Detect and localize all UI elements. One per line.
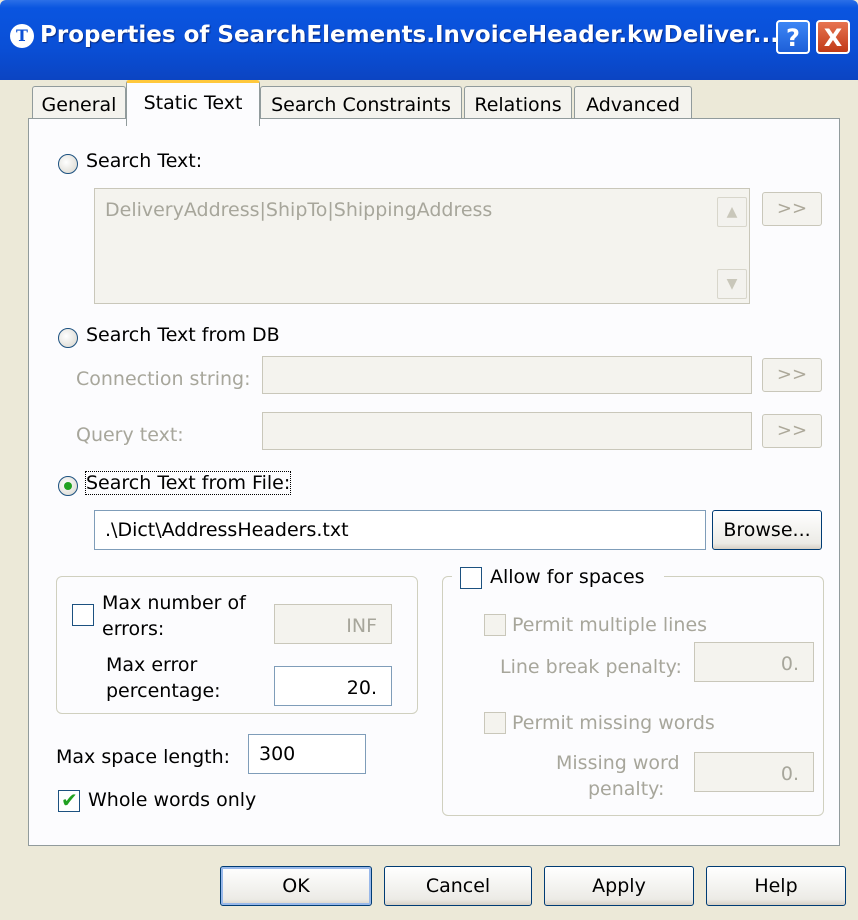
- title-bar: T Properties of SearchElements.InvoiceHe…: [0, 0, 858, 80]
- whole-words-checkbox[interactable]: ✔: [58, 788, 80, 812]
- max-space-length-value: 300: [259, 743, 296, 765]
- tab-advanced[interactable]: Advanced: [574, 86, 692, 122]
- permit-multiple-lines-label: Permit multiple lines: [512, 614, 708, 636]
- allow-spaces-checkbox[interactable]: [460, 567, 482, 589]
- file-path-value: .\Dict\AddressHeaders.txt: [105, 519, 349, 541]
- search-file-label: Search Text from File:: [84, 471, 292, 495]
- app-icon: T: [10, 24, 34, 48]
- query-text-input[interactable]: [262, 412, 752, 450]
- search-text-more-button[interactable]: >>: [762, 192, 822, 226]
- search-file-radio[interactable]: [58, 476, 78, 496]
- checkmark-icon: ✔: [61, 788, 78, 812]
- max-space-length-input[interactable]: 300: [248, 734, 366, 774]
- scroll-down-icon[interactable]: ▼: [717, 269, 747, 299]
- max-error-pct-input[interactable]: 20.: [274, 666, 392, 706]
- help-button[interactable]: Help: [706, 866, 846, 906]
- search-text-label: Search Text:: [86, 150, 203, 172]
- search-text-textarea[interactable]: DeliveryAddress|ShipTo|ShippingAddress ▲…: [94, 188, 750, 304]
- tab-relations[interactable]: Relations: [464, 86, 572, 122]
- search-db-radio[interactable]: [58, 328, 78, 348]
- tab-search-constraints[interactable]: Search Constraints: [260, 86, 462, 122]
- connection-string-label: Connection string:: [76, 368, 251, 390]
- scroll-up-icon[interactable]: ▲: [717, 197, 747, 227]
- apply-button[interactable]: Apply: [544, 866, 694, 906]
- search-db-label: Search Text from DB: [86, 324, 280, 346]
- max-errors-input[interactable]: INF: [274, 604, 392, 644]
- help-title-button[interactable]: ?: [776, 20, 810, 54]
- search-text-value: DeliveryAddress|ShipTo|ShippingAddress: [105, 199, 493, 221]
- max-errors-checkbox[interactable]: [72, 604, 94, 626]
- whole-words-label: Whole words only: [88, 789, 257, 811]
- connection-more-button[interactable]: >>: [762, 358, 822, 392]
- max-errors-value: INF: [346, 615, 377, 637]
- file-path-input[interactable]: .\Dict\AddressHeaders.txt: [94, 510, 706, 550]
- allow-spaces-label: Allow for spaces: [490, 566, 645, 588]
- line-break-penalty-value: 0.: [780, 653, 799, 675]
- search-text-radio[interactable]: [58, 154, 78, 174]
- tab-static-text[interactable]: Static Text: [126, 80, 260, 126]
- max-errors-label-line2: errors:: [102, 618, 165, 640]
- radio-selected-dot: [64, 482, 72, 490]
- connection-string-input[interactable]: [262, 356, 752, 394]
- query-more-button[interactable]: >>: [762, 414, 822, 448]
- permit-multiple-lines-checkbox[interactable]: [484, 614, 506, 636]
- line-break-penalty-input[interactable]: 0.: [694, 642, 814, 682]
- max-pct-label-line2: percentage:: [106, 680, 221, 702]
- missing-word-label-line1: Missing word: [556, 752, 680, 774]
- cancel-button[interactable]: Cancel: [384, 866, 532, 906]
- query-text-label: Query text:: [76, 424, 184, 446]
- properties-dialog: T Properties of SearchElements.InvoiceHe…: [0, 0, 858, 920]
- missing-word-label-line2: penalty:: [588, 778, 665, 800]
- ok-button[interactable]: OK: [220, 866, 372, 906]
- max-error-pct-value: 20.: [346, 677, 377, 699]
- permit-missing-words-label: Permit missing words: [512, 712, 715, 734]
- max-errors-label-line1: Max number of: [102, 592, 246, 614]
- tab-general[interactable]: General: [32, 86, 126, 122]
- close-button[interactable]: X: [816, 20, 850, 54]
- max-space-length-label: Max space length:: [56, 746, 231, 768]
- browse-button[interactable]: Browse...: [712, 510, 822, 550]
- missing-word-penalty-value: 0.: [780, 763, 799, 785]
- window-title: Properties of SearchElements.InvoiceHead…: [40, 22, 779, 48]
- permit-missing-words-checkbox[interactable]: [484, 712, 506, 734]
- line-break-penalty-label: Line break penalty:: [500, 656, 682, 678]
- missing-word-penalty-input[interactable]: 0.: [694, 752, 814, 792]
- max-pct-label-line1: Max error: [106, 654, 198, 676]
